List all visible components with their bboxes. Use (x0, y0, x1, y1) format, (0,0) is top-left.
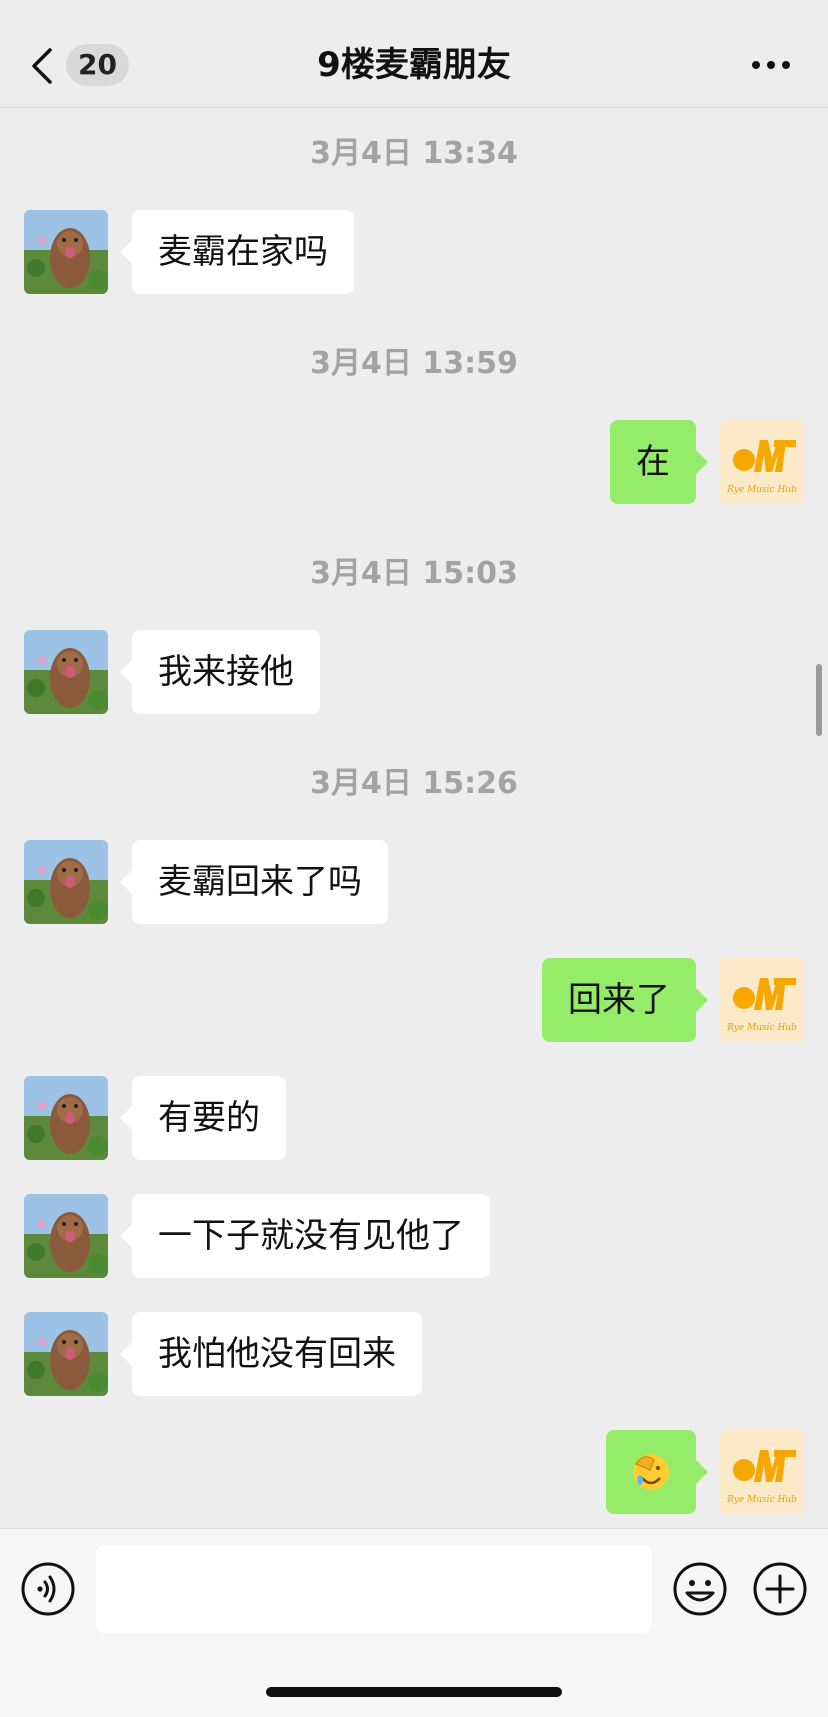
input-bar (0, 1528, 828, 1717)
message-bubble-received[interactable]: 有要的 (120, 1076, 286, 1160)
friend-avatar[interactable] (24, 210, 108, 294)
friend-avatar[interactable] (24, 630, 108, 714)
timestamp: 3月4日 15:03 (310, 556, 518, 591)
message-bubble-sent[interactable] (606, 1430, 708, 1514)
timestamp: 3月4日 13:34 (310, 136, 518, 171)
friend-avatar[interactable] (24, 1076, 108, 1160)
friend-avatar[interactable] (24, 1312, 108, 1396)
more-dots-icon[interactable] (750, 52, 792, 78)
chat-header: 20 9楼麦霸朋友 (0, 0, 828, 108)
emoji-icon[interactable] (672, 1561, 728, 1617)
scrollbar[interactable] (816, 664, 822, 736)
facepalm-emoji-icon (633, 1454, 669, 1490)
voice-icon[interactable] (20, 1561, 76, 1617)
message-bubble-received[interactable]: 麦霸回来了吗 (120, 840, 388, 924)
self-avatar[interactable]: Rye Music Hub (720, 1430, 804, 1514)
message-bubble-received[interactable]: 我怕他没有回来 (120, 1312, 422, 1396)
timestamp: 3月4日 13:59 (310, 346, 518, 381)
message-list[interactable]: 3月4日 13:34 麦霸在家吗 3月4日 13:59 Rye Music Hu… (0, 108, 828, 1528)
self-avatar[interactable]: Rye Music Hub (720, 958, 804, 1042)
message-input[interactable] (96, 1545, 652, 1633)
friend-avatar[interactable] (24, 840, 108, 924)
message-bubble-received[interactable]: 我来接他 (120, 630, 320, 714)
svg-text:Rye Music Hub: Rye Music Hub (726, 1495, 797, 1505)
friend-avatar[interactable] (24, 1194, 108, 1278)
message-bubble-sent[interactable]: 回来了 (542, 958, 708, 1042)
message-bubble-received[interactable]: 麦霸在家吗 (120, 210, 354, 294)
plus-icon[interactable] (752, 1561, 808, 1617)
self-avatar[interactable]: Rye Music Hub (720, 420, 804, 504)
chat-title: 9楼麦霸朋友 (317, 45, 511, 85)
timestamp: 3月4日 15:26 (310, 766, 518, 801)
message-bubble-received[interactable]: 一下子就没有见他了 (120, 1194, 490, 1278)
message-bubble-sent[interactable]: 在 (610, 420, 708, 504)
svg-text:Rye Music Hub: Rye Music Hub (726, 485, 797, 495)
home-indicator[interactable] (266, 1687, 562, 1697)
svg-text:Rye Music Hub: Rye Music Hub (726, 1023, 797, 1033)
